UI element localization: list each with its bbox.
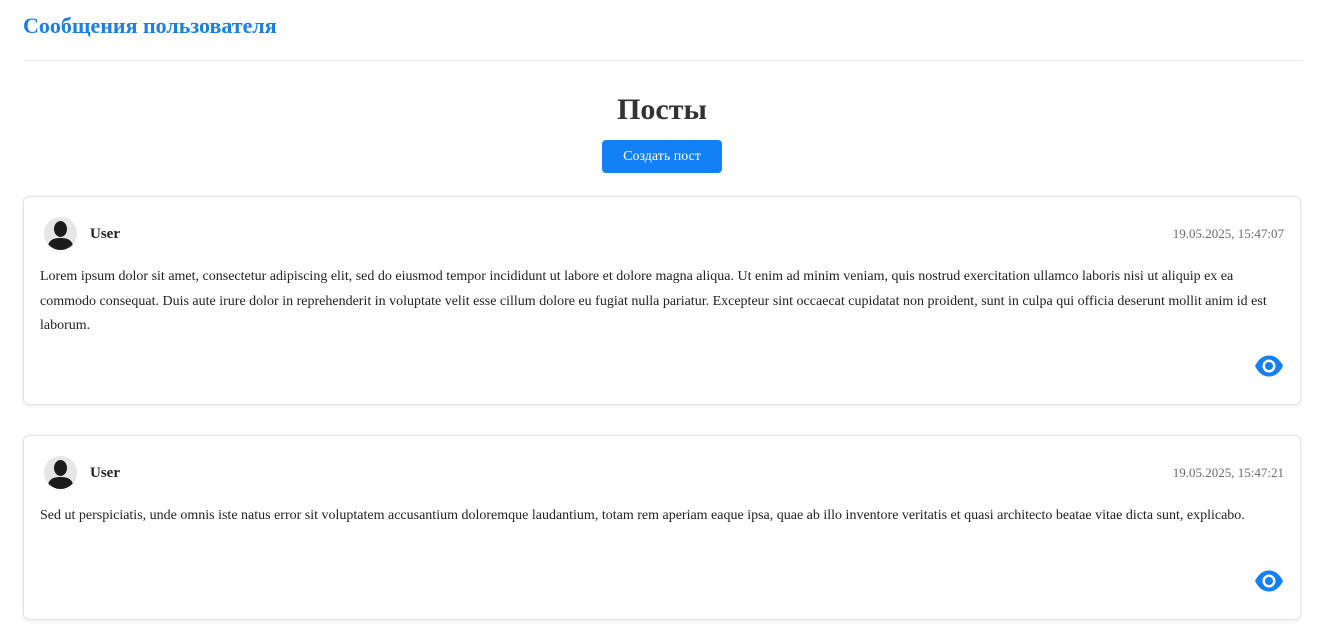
post-card: User 19.05.2025, 15:47:07 Lorem ipsum do… <box>23 196 1301 405</box>
post-text: Sed ut perspiciatis, unde omnis iste nat… <box>40 508 1245 523</box>
eye-icon[interactable] <box>1254 569 1284 593</box>
user-silhouette-icon <box>44 456 77 489</box>
app-header: Сообщения пользователя <box>23 12 1303 61</box>
eye-icon[interactable] <box>1254 354 1284 378</box>
post-text: Lorem ipsum dolor sit amet, consectetur … <box>40 269 1267 333</box>
post-timestamp: 19.05.2025, 15:47:07 <box>1172 226 1284 241</box>
user-silhouette-icon <box>44 217 77 250</box>
header-title[interactable]: Сообщения пользователя <box>23 12 1303 40</box>
post-card: User 19.05.2025, 15:47:21 Sed ut perspic… <box>23 435 1301 620</box>
post-author: User <box>90 465 120 481</box>
create-post-button[interactable]: Создать пост <box>602 140 722 173</box>
post-header: User 19.05.2025, 15:47:07 <box>44 217 1284 251</box>
post-author: User <box>90 226 120 242</box>
page-title: Посты <box>617 93 707 126</box>
post-header: User 19.05.2025, 15:47:21 <box>44 456 1284 490</box>
post-timestamp: 19.05.2025, 15:47:21 <box>1172 465 1284 480</box>
